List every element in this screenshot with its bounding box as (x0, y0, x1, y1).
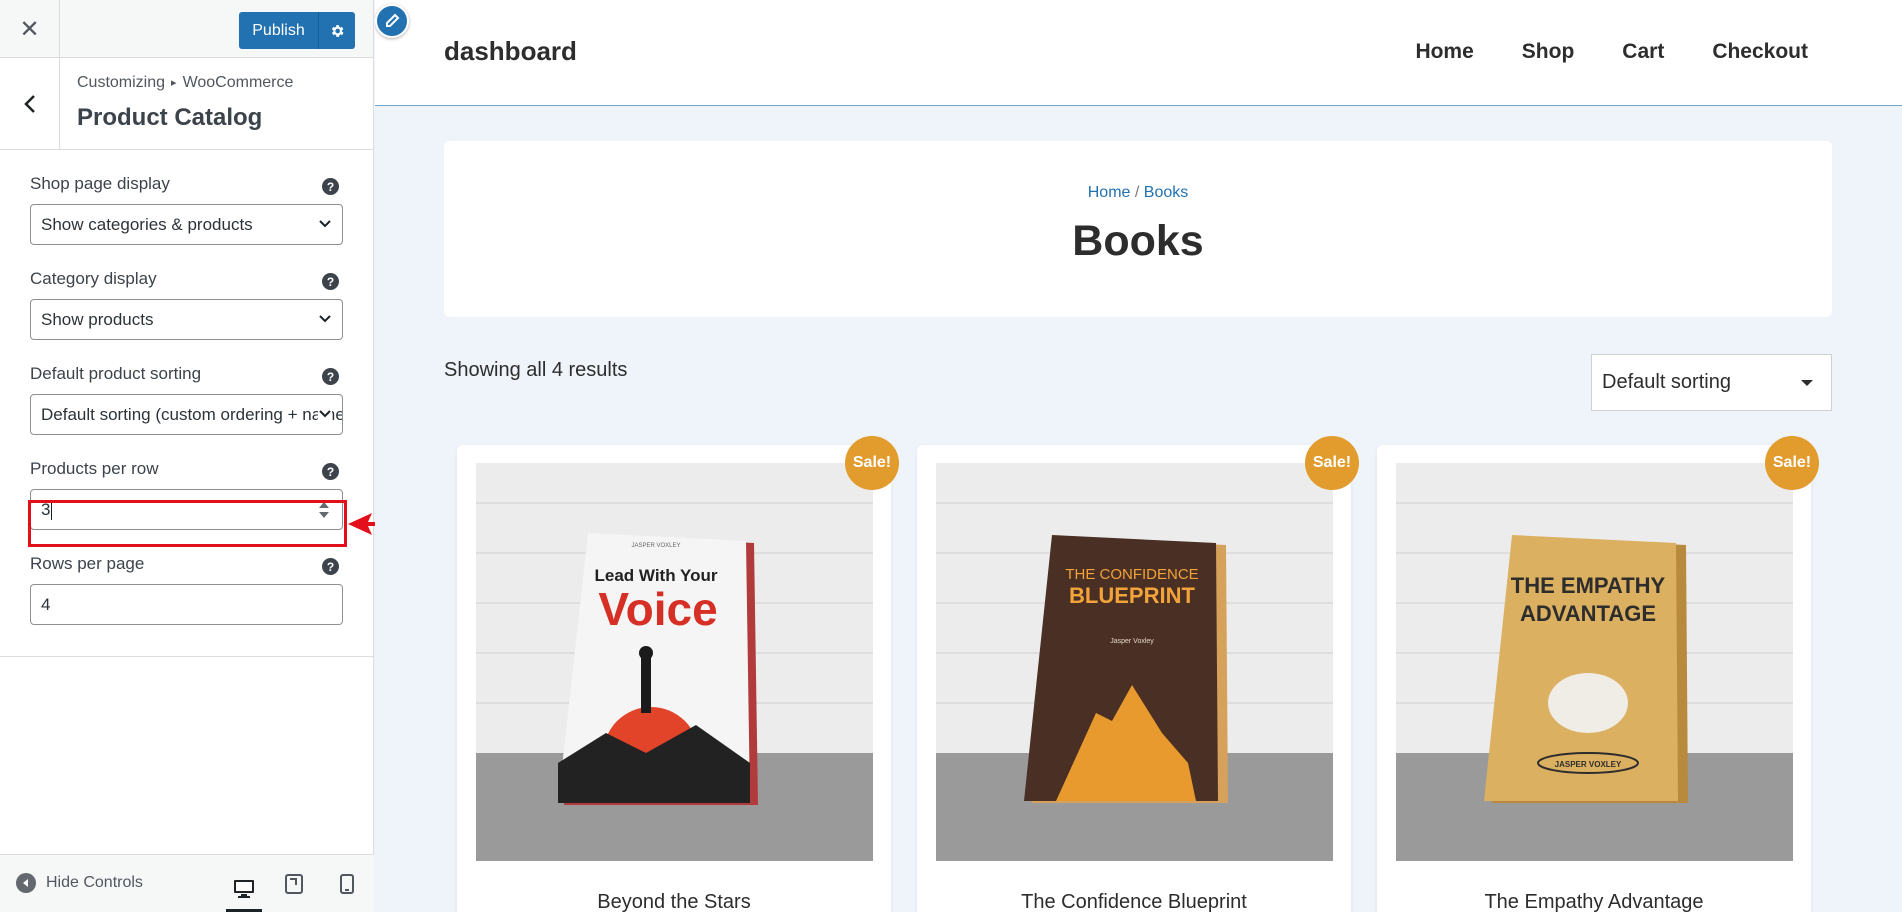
breadcrumb-separator: ▸ (171, 77, 177, 89)
site-title[interactable]: dashboard (444, 36, 577, 67)
svg-text:THE CONFIDENCE: THE CONFIDENCE (1065, 566, 1198, 583)
breadcrumb: Customizing ▸ WooCommerce (77, 74, 293, 92)
publish-actions: Publish (239, 12, 355, 49)
section-header: Customizing ▸ WooCommerce Product Catalog (0, 58, 373, 150)
highlight-box (28, 500, 347, 547)
product-name[interactable]: The Empathy Advantage (1377, 891, 1811, 912)
edit-shortcut-button[interactable] (375, 4, 409, 38)
customizer-sidebar: ✕ Publish Customizing ▸ WooCommerce Produc… (0, 0, 374, 912)
pencil-icon (386, 13, 400, 27)
svg-text:JASPER VOXLEY: JASPER VOXLEY (1555, 760, 1622, 769)
control-default-product-sorting: Default product sorting ? Default sortin… (30, 362, 343, 435)
svg-text:Voice: Voice (598, 583, 717, 635)
category-display-select[interactable]: Show products (30, 299, 343, 340)
chevron-down-icon (319, 220, 331, 228)
control-label: Default product sorting (30, 364, 202, 383)
breadcrumb-separator: / (1130, 184, 1144, 201)
rows-per-page-input[interactable]: 4 (30, 584, 343, 625)
product-card[interactable]: THE CONFIDENCE BLUEPRINT Jasper Voxley T… (917, 445, 1351, 912)
caret-down-icon (1801, 380, 1813, 386)
help-icon[interactable]: ? (322, 463, 339, 480)
sorting-value: Default sorting (1602, 371, 1731, 393)
publish-button[interactable]: Publish (239, 12, 319, 49)
page-title-card: Home / Books Books (444, 141, 1832, 317)
close-customizer-button[interactable]: ✕ (0, 0, 60, 58)
product-name[interactable]: Beyond the Stars (457, 891, 891, 912)
select-value: Show categories & products (41, 215, 253, 234)
default-product-sorting-select[interactable]: Default sorting (custom ordering + name) (30, 394, 343, 435)
gear-icon (331, 24, 344, 37)
sale-badge: Sale! (845, 436, 899, 490)
product-card[interactable]: JASPER VOXLEY Lead With Your Voice Beyon… (457, 445, 891, 912)
breadcrumb-root: Customizing (77, 74, 166, 91)
select-value: Default sorting (custom ordering + name) (41, 405, 343, 424)
breadcrumb-home-link[interactable]: Home (1088, 184, 1131, 201)
svg-text:Jasper Voxley: Jasper Voxley (1110, 638, 1154, 645)
svg-text:ADVANTAGE: ADVANTAGE (1520, 601, 1656, 626)
result-count: Showing all 4 results (444, 359, 628, 381)
help-icon[interactable]: ? (322, 273, 339, 290)
publish-settings-button[interactable] (319, 12, 355, 49)
svg-text:BLUEPRINT: BLUEPRINT (1069, 583, 1195, 608)
page-title: Books (1072, 217, 1204, 265)
chevron-down-icon (319, 315, 331, 323)
hide-controls-label: Hide Controls (46, 874, 143, 891)
breadcrumb-current: Books (1143, 184, 1189, 201)
control-shop-page-display: Shop page display ? Show categories & pr… (30, 172, 343, 245)
control-label: Products per row (30, 459, 159, 478)
control-rows-per-page: Rows per page ? 4 (30, 552, 343, 625)
product-image[interactable]: JASPER VOXLEY Lead With Your Voice (476, 463, 873, 861)
control-label: Rows per page (30, 554, 145, 573)
shop-page-display-select[interactable]: Show categories & products (30, 204, 343, 245)
section-title: Product Catalog (77, 104, 263, 131)
sale-badge: Sale! (1305, 436, 1359, 490)
help-icon[interactable]: ? (322, 178, 339, 195)
input-value: 4 (41, 595, 51, 614)
breadcrumb: Home / Books (444, 184, 1832, 202)
chevron-down-icon (318, 407, 332, 421)
back-button[interactable] (0, 58, 60, 150)
site-header: dashboard Home Shop Cart Checkout (375, 0, 1902, 106)
nav-link-shop[interactable]: Shop (1522, 40, 1575, 64)
product-card[interactable]: THE EMPATHY ADVANTAGE JASPER VOXLEY The … (1377, 445, 1811, 912)
controls-list: Shop page display ? Show categories & pr… (0, 150, 373, 625)
control-label: Shop page display (30, 174, 170, 193)
product-sorting-select[interactable]: Default sorting (1591, 354, 1832, 411)
sale-badge: Sale! (1765, 436, 1819, 490)
main-navigation: Home Shop Cart Checkout (1415, 40, 1808, 64)
nav-link-home[interactable]: Home (1415, 40, 1473, 64)
controls-divider (0, 656, 374, 657)
breadcrumb-current: WooCommerce (182, 74, 294, 91)
desktop-preview-button[interactable] (226, 869, 262, 912)
product-image[interactable]: THE CONFIDENCE BLUEPRINT Jasper Voxley (936, 463, 1333, 861)
product-name[interactable]: The Confidence Blueprint (917, 891, 1351, 912)
control-label: Category display (30, 269, 157, 288)
help-icon[interactable]: ? (322, 558, 339, 575)
help-icon[interactable]: ? (322, 368, 339, 385)
svg-text:JASPER VOXLEY: JASPER VOXLEY (631, 543, 680, 549)
desktop-icon (234, 880, 254, 898)
collapse-icon (16, 873, 36, 893)
mobile-icon (340, 874, 354, 894)
hide-controls-button[interactable]: Hide Controls (16, 873, 143, 893)
customizer-footer: Hide Controls (0, 854, 374, 912)
nav-link-checkout[interactable]: Checkout (1712, 40, 1808, 64)
svg-text:THE EMPATHY: THE EMPATHY (1511, 573, 1666, 598)
product-image[interactable]: THE EMPATHY ADVANTAGE JASPER VOXLEY (1396, 463, 1793, 861)
nav-link-cart[interactable]: Cart (1622, 40, 1664, 64)
control-category-display: Category display ? Show products (30, 267, 343, 340)
tablet-icon (285, 874, 303, 894)
mobile-preview-button[interactable] (329, 869, 365, 899)
chevron-left-icon (23, 95, 35, 113)
select-value: Show products (41, 310, 154, 329)
tablet-preview-button[interactable] (276, 869, 312, 899)
customizer-header: ✕ Publish (0, 0, 373, 58)
site-preview: dashboard Home Shop Cart Checkout Home /… (375, 0, 1902, 912)
